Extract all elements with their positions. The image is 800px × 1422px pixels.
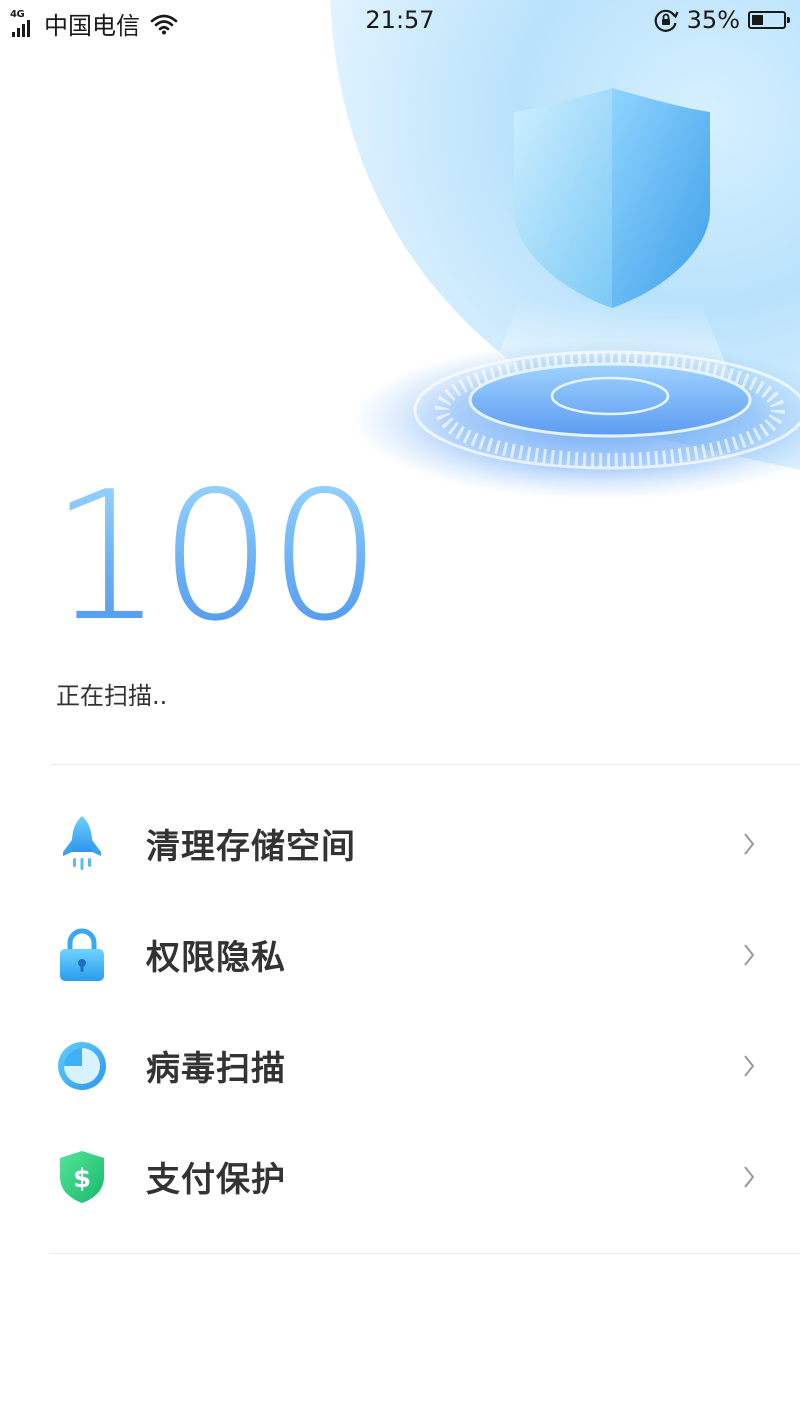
security-score: 100 [50,453,382,660]
chevron-right-icon [744,943,755,966]
menu-item-label: 支付保护 [146,1160,286,1200]
status-bar: 4G 中国电信 21:57 35% [0,0,800,42]
menu-item-label: 清理存储空间 [146,827,356,867]
battery-percent: 35% [686,6,740,34]
feature-menu: 清理存储空间 权限隐私 病毒扫描 $ 支付保护 [0,788,800,1232]
rotation-lock-icon [654,9,679,32]
menu-item-label: 权限隐私 [146,938,286,978]
chevron-right-icon [744,832,755,855]
rocket-icon [54,815,110,872]
menu-item-virus-scan[interactable]: 病毒扫描 [0,1010,800,1121]
lock-icon [54,927,110,983]
scan-status-text: 正在扫描.. [56,682,168,710]
battery-icon [748,11,790,29]
menu-item-payment-protection[interactable]: $ 支付保护 [0,1121,800,1232]
menu-item-label: 病毒扫描 [146,1049,286,1089]
svg-text:$: $ [73,1164,91,1194]
menu-item-clean-storage[interactable]: 清理存储空间 [0,788,800,899]
chevron-right-icon [744,1054,755,1077]
payment-shield-icon: $ [54,1149,110,1205]
chevron-right-icon [744,1165,755,1188]
menu-item-permission-privacy[interactable]: 权限隐私 [0,899,800,1010]
divider-bottom [50,1253,800,1254]
status-bar-right: 35% [653,6,790,34]
divider-top [50,764,800,765]
virus-scan-icon [54,1038,110,1094]
